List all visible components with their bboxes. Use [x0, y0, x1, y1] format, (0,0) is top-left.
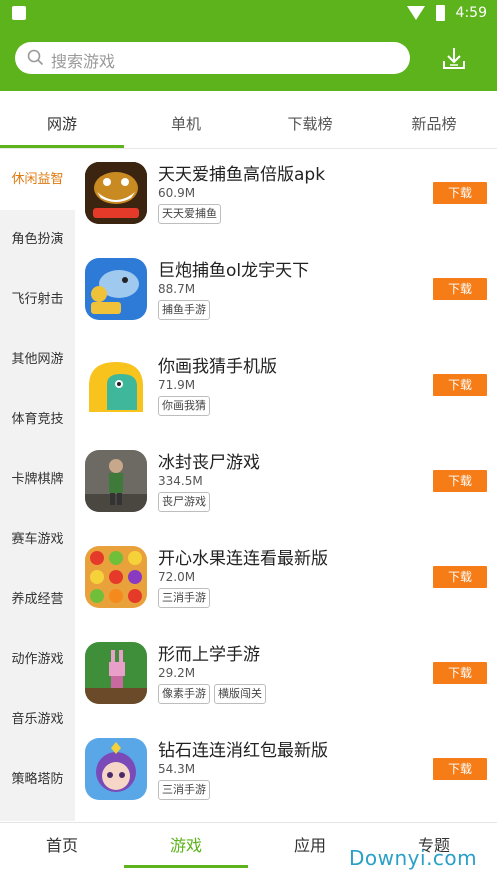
tag[interactable]: 像素手游: [158, 684, 210, 704]
draw-guess-icon: [85, 354, 147, 416]
app-name: 钻石连连消红包最新版: [158, 741, 328, 761]
app-size: 71.9M: [158, 378, 196, 392]
fish-game-icon: [85, 162, 147, 224]
app-size: 60.9M: [158, 186, 196, 200]
app-size: 88.7M: [158, 282, 196, 296]
list-item[interactable]: 开心水果连连看最新版 72.0M 三消手游 下载: [75, 534, 497, 630]
sidebar-item-sim[interactable]: 养成经营: [0, 570, 75, 630]
list-item[interactable]: 冰封丧尸游戏 334.5M 丧尸游戏 下载: [75, 438, 497, 534]
app-size: 334.5M: [158, 474, 203, 488]
sidebar-item-casual[interactable]: 休闲益智: [0, 150, 75, 210]
tag-group: 像素手游 横版闯关: [158, 682, 270, 704]
tag[interactable]: 天天爱捕鱼: [158, 204, 221, 224]
shopping-bag-icon: [12, 6, 26, 20]
tag-group: 捕鱼手游: [158, 298, 214, 320]
sidebar-item-rpg[interactable]: 角色扮演: [0, 210, 75, 270]
search-placeholder: 搜索游戏: [51, 52, 116, 71]
tag-group: 丧尸游戏: [158, 490, 214, 512]
tab-indicator: [0, 145, 124, 148]
sidebar-item-music[interactable]: 音乐游戏: [0, 690, 75, 750]
tab-download-rank[interactable]: 下载榜: [248, 91, 372, 149]
download-manager-icon[interactable]: [436, 42, 472, 76]
app-size: 72.0M: [158, 570, 196, 584]
app-size: 29.2M: [158, 666, 196, 680]
app-name: 你画我猜手机版: [158, 357, 277, 377]
sidebar-item-action[interactable]: 动作游戏: [0, 630, 75, 690]
download-button[interactable]: 下载: [433, 470, 487, 492]
sidebar-item-shooter[interactable]: 飞行射击: [0, 270, 75, 330]
header: 搜索游戏: [0, 28, 497, 91]
tag-group: 三消手游: [158, 586, 214, 608]
zombie-game-icon: [85, 450, 147, 512]
download-button[interactable]: 下载: [433, 374, 487, 396]
tag-group: 天天爱捕鱼: [158, 202, 225, 224]
download-button[interactable]: 下载: [433, 566, 487, 588]
tag[interactable]: 你画我猜: [158, 396, 210, 416]
sidebar-item-racing[interactable]: 赛车游戏: [0, 510, 75, 570]
tag[interactable]: 丧尸游戏: [158, 492, 210, 512]
app-name: 巨炮捕鱼ol龙宇天下: [158, 261, 310, 281]
app-name: 天天爱捕鱼高倍版apk: [158, 165, 326, 185]
status-bar: 4:59: [0, 0, 497, 28]
shark-game-icon: [85, 258, 147, 320]
wifi-icon: [407, 6, 425, 20]
status-time: 4:59: [455, 5, 487, 21]
search-icon: [27, 49, 44, 66]
app-size: 54.3M: [158, 762, 196, 776]
tag-group: 你画我猜: [158, 394, 214, 416]
tag-group: 三消手游: [158, 778, 214, 800]
download-button[interactable]: 下载: [433, 758, 487, 780]
list-item[interactable]: 你画我猜手机版 71.9M 你画我猜 下载: [75, 342, 497, 438]
nav-indicator: [124, 865, 248, 868]
download-button[interactable]: 下载: [433, 182, 487, 204]
tab-single-player[interactable]: 单机: [124, 91, 248, 149]
app-name: 开心水果连连看最新版: [158, 549, 328, 569]
watermark: Downyi.com: [349, 846, 478, 870]
list-item[interactable]: 天天爱捕鱼高倍版apk 60.9M 天天爱捕鱼 下载: [75, 150, 497, 246]
download-button[interactable]: 下载: [433, 278, 487, 300]
sidebar-item-other[interactable]: 其他网游: [0, 330, 75, 390]
download-button[interactable]: 下载: [433, 662, 487, 684]
tag[interactable]: 三消手游: [158, 780, 210, 800]
list-item[interactable]: 形而上学手游 29.2M 像素手游 横版闯关 下载: [75, 630, 497, 726]
tag[interactable]: 捕鱼手游: [158, 300, 210, 320]
nav-games[interactable]: 游戏: [124, 823, 248, 867]
pixel-rabbit-icon: [85, 642, 147, 704]
sidebar-item-cards[interactable]: 卡牌棋牌: [0, 450, 75, 510]
app-name: 形而上学手游: [158, 645, 260, 665]
app-name: 冰封丧尸游戏: [158, 453, 260, 473]
tag[interactable]: 三消手游: [158, 588, 210, 608]
tab-online-games[interactable]: 网游: [0, 91, 124, 149]
app-list: 天天爱捕鱼高倍版apk 60.9M 天天爱捕鱼 下载 巨炮捕鱼ol龙宇天下 88…: [75, 150, 497, 821]
battery-icon: [436, 5, 445, 21]
fruit-match-icon: [85, 546, 147, 608]
sidebar-item-sports[interactable]: 体育竞技: [0, 390, 75, 450]
list-item[interactable]: 巨炮捕鱼ol龙宇天下 88.7M 捕鱼手游 下载: [75, 246, 497, 342]
search-input[interactable]: 搜索游戏: [15, 42, 410, 74]
tab-new-rank[interactable]: 新品榜: [372, 91, 496, 149]
sidebar: 休闲益智 角色扮演 飞行射击 其他网游 体育竞技 卡牌棋牌 赛车游戏 养成经营 …: [0, 150, 75, 821]
nav-home[interactable]: 首页: [0, 823, 124, 867]
category-tabs: 网游 单机 下载榜 新品榜: [0, 91, 497, 149]
tag[interactable]: 横版闯关: [214, 684, 266, 704]
list-item[interactable]: 钻石连连消红包最新版 54.3M 三消手游 下载: [75, 726, 497, 822]
sidebar-item-strategy[interactable]: 策略塔防: [0, 750, 75, 810]
diamond-girl-icon: [85, 738, 147, 800]
